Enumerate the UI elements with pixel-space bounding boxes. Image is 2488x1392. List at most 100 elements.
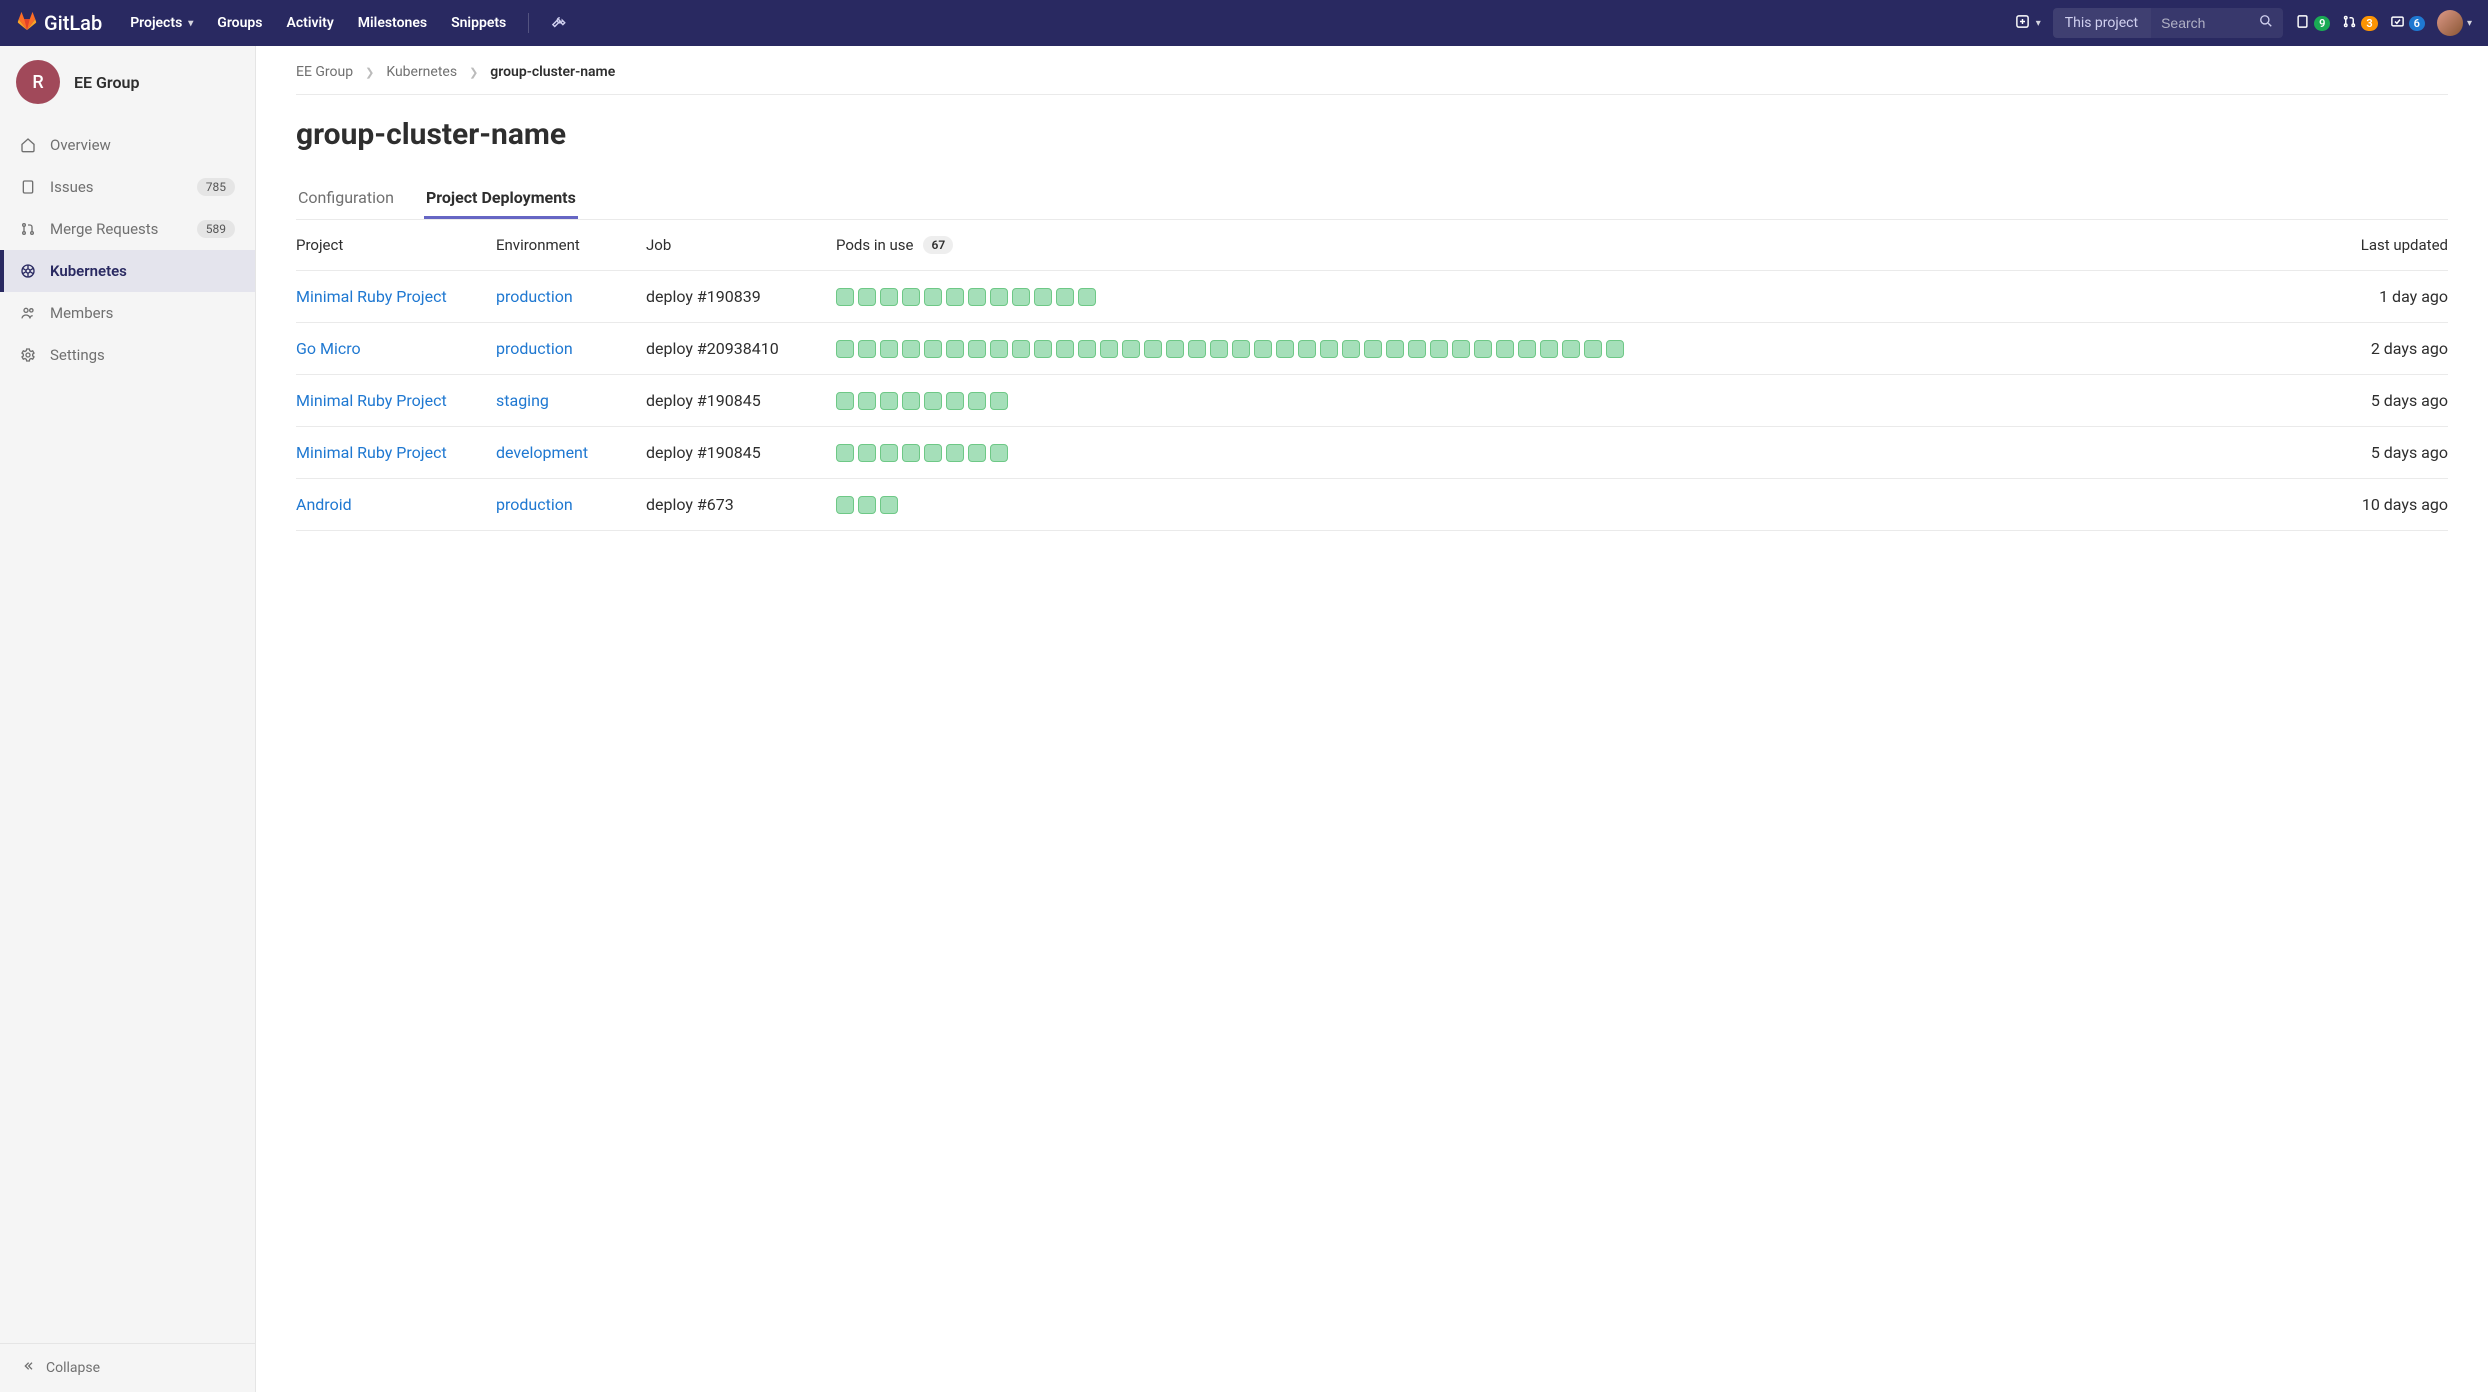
pod-indicator — [1584, 340, 1602, 358]
sidebar-item-label: Settings — [50, 346, 105, 364]
table-row: Minimal Ruby Projectstagingdeploy #19084… — [296, 375, 2448, 427]
deployments-table: Project Environment Job Pods in use 67 L… — [296, 220, 2448, 531]
sidebar: R EE Group Overview Issues 785 — [0, 46, 256, 1392]
merge-request-icon — [20, 221, 36, 237]
pod-indicator — [1430, 340, 1448, 358]
pod-indicator — [902, 392, 920, 410]
updated-cell: 2 days ago — [2308, 339, 2448, 358]
sidebar-item-settings[interactable]: Settings — [0, 334, 255, 376]
sidebar-item-merge-requests[interactable]: Merge Requests 589 — [0, 208, 255, 250]
pods-cell — [836, 288, 2298, 306]
project-link[interactable]: Minimal Ruby Project — [296, 391, 486, 410]
pod-indicator — [990, 340, 1008, 358]
nav-projects[interactable]: Projects ▾ — [120, 5, 203, 41]
sidebar-item-kubernetes[interactable]: Kubernetes — [0, 250, 255, 292]
pod-indicator — [858, 340, 876, 358]
sidebar-item-label: Members — [50, 304, 113, 322]
brand-logo[interactable]: GitLab — [16, 10, 102, 37]
primary-nav: Projects ▾ Groups Activity Milestones Sn… — [120, 4, 576, 43]
nav-milestones[interactable]: Milestones — [348, 5, 437, 41]
col-job: Job — [646, 236, 826, 254]
pod-indicator — [1012, 288, 1030, 306]
pod-indicator — [1518, 340, 1536, 358]
issues-count-pill: 9 — [2314, 16, 2330, 31]
pods-cell — [836, 340, 2298, 358]
pod-indicator — [1540, 340, 1558, 358]
nav-admin-wrench[interactable] — [541, 4, 576, 43]
members-icon — [20, 305, 36, 321]
user-menu[interactable]: ▾ — [2437, 10, 2472, 36]
pod-indicator — [1078, 288, 1096, 306]
collapse-label: Collapse — [46, 1360, 100, 1376]
sidebar-item-overview[interactable]: Overview — [0, 124, 255, 166]
table-row: Androidproductiondeploy #67310 days ago — [296, 479, 2448, 531]
tab-project-deployments[interactable]: Project Deployments — [424, 176, 578, 219]
user-avatar — [2437, 10, 2463, 36]
chevron-down-icon: ▾ — [2036, 18, 2041, 29]
pod-indicator — [1386, 340, 1404, 358]
plus-square-icon — [2015, 14, 2030, 33]
crumb-kubernetes[interactable]: Kubernetes — [386, 64, 457, 80]
table-header-row: Project Environment Job Pods in use 67 L… — [296, 220, 2448, 271]
nav-merge-shortcut[interactable]: 3 — [2342, 14, 2377, 33]
crumb-group[interactable]: EE Group — [296, 64, 353, 80]
nav-right: ▾ This project 9 3 — [2015, 8, 2472, 38]
environment-link[interactable]: production — [496, 339, 636, 358]
pod-indicator — [924, 288, 942, 306]
environment-link[interactable]: development — [496, 443, 636, 462]
nav-projects-label: Projects — [130, 15, 182, 31]
new-menu[interactable]: ▾ — [2015, 14, 2041, 33]
pod-indicator — [1012, 340, 1030, 358]
project-link[interactable]: Minimal Ruby Project — [296, 287, 486, 306]
pod-indicator — [1298, 340, 1316, 358]
pod-indicator — [946, 288, 964, 306]
nav-groups[interactable]: Groups — [207, 5, 272, 41]
pods-cell — [836, 496, 2298, 514]
sidebar-collapse[interactable]: Collapse — [0, 1343, 255, 1392]
merge-request-icon — [2342, 14, 2357, 33]
pod-indicator — [1452, 340, 1470, 358]
pod-indicator — [1276, 340, 1294, 358]
sidebar-item-label: Issues — [50, 178, 94, 196]
search-input[interactable] — [2161, 15, 2251, 31]
nav-issues-shortcut[interactable]: 9 — [2295, 14, 2330, 33]
pod-indicator — [968, 444, 986, 462]
nav-activity[interactable]: Activity — [277, 5, 344, 41]
tab-configuration[interactable]: Configuration — [296, 176, 396, 219]
nav-todos-shortcut[interactable]: 6 — [2390, 14, 2425, 33]
sidebar-context[interactable]: R EE Group — [0, 46, 255, 118]
col-pods-label: Pods in use — [836, 236, 913, 254]
job-cell: deploy #190845 — [646, 443, 826, 462]
kubernetes-icon — [20, 263, 36, 279]
pod-indicator — [946, 444, 964, 462]
project-link[interactable]: Go Micro — [296, 339, 486, 358]
project-link[interactable]: Android — [296, 495, 486, 514]
search-scope[interactable]: This project — [2053, 8, 2151, 38]
pod-indicator — [1056, 340, 1074, 358]
pod-indicator — [858, 444, 876, 462]
project-link[interactable]: Minimal Ruby Project — [296, 443, 486, 462]
environment-link[interactable]: staging — [496, 391, 636, 410]
search-icon[interactable] — [2259, 14, 2273, 32]
sidebar-item-issues[interactable]: Issues 785 — [0, 166, 255, 208]
chevron-down-icon: ▾ — [188, 18, 193, 29]
issues-icon — [20, 179, 36, 195]
updated-cell: 5 days ago — [2308, 391, 2448, 410]
pod-indicator — [1100, 340, 1118, 358]
top-nav: GitLab Projects ▾ Groups Activity Milest… — [0, 0, 2488, 46]
pod-indicator — [1474, 340, 1492, 358]
pod-indicator — [1364, 340, 1382, 358]
pod-indicator — [880, 340, 898, 358]
environment-link[interactable]: production — [496, 287, 636, 306]
pod-indicator — [880, 288, 898, 306]
nav-snippets[interactable]: Snippets — [441, 5, 516, 41]
environment-link[interactable]: production — [496, 495, 636, 514]
pod-indicator — [836, 288, 854, 306]
sidebar-item-members[interactable]: Members — [0, 292, 255, 334]
pod-indicator — [1342, 340, 1360, 358]
todos-count-pill: 6 — [2409, 16, 2425, 31]
pod-indicator — [990, 288, 1008, 306]
job-cell: deploy #190839 — [646, 287, 826, 306]
pod-indicator — [1320, 340, 1338, 358]
pod-indicator — [836, 340, 854, 358]
